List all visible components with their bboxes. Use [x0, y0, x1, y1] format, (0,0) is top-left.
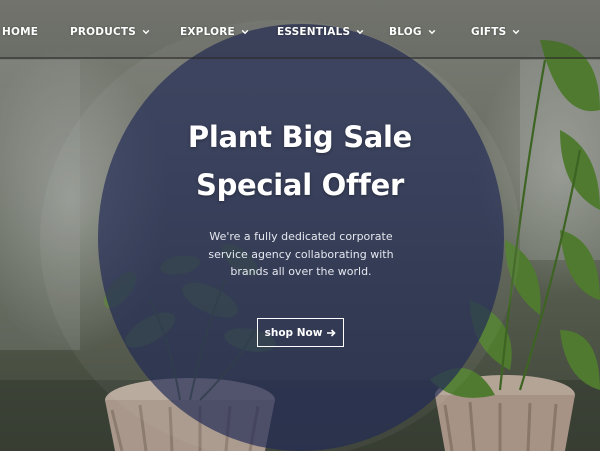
hero-subtitle-line: service agency collaborating with: [208, 247, 394, 261]
nav-item-products[interactable]: PRODUCTS: [70, 26, 150, 38]
hero-title-line-1: Plant Big Sale: [187, 120, 413, 154]
chevron-down-icon: [241, 29, 249, 35]
nav-item-blog[interactable]: BLOG: [389, 26, 436, 38]
arrow-right-icon: [327, 328, 337, 337]
nav-item-gifts[interactable]: GIFTS: [471, 26, 520, 38]
hero-subtitle-line: We're a fully dedicated corporate: [209, 230, 393, 243]
nav-item-label: PRODUCTS: [70, 26, 136, 38]
shop-now-button[interactable]: shop Now: [257, 318, 344, 347]
nav-item-essentials[interactable]: ESSENTIALS: [277, 26, 364, 38]
nav-item-label: HOME: [2, 26, 39, 38]
chevron-down-icon: [356, 29, 364, 35]
hero-title-line-2: Special Offer: [195, 168, 404, 202]
shop-now-label: shop Now: [264, 326, 323, 339]
nav-item-home[interactable]: HOME: [2, 26, 38, 38]
nav-item-label: ESSENTIALS: [277, 26, 351, 38]
nav-item-label: EXPLORE: [180, 26, 235, 38]
hero-subtitle-line: brands all over the world.: [230, 265, 372, 278]
main-navigation: HOME PRODUCTS EXPLORE ESSENTIALS BLOG GI…: [0, 0, 600, 59]
chevron-down-icon: [142, 29, 150, 35]
chevron-down-icon: [428, 29, 435, 35]
nav-item-label: BLOG: [389, 26, 422, 38]
hero-subtitle: We're a fully dedicated corporate servic…: [170, 228, 432, 281]
nav-item-label: GIFTS: [471, 26, 507, 38]
chevron-down-icon: [513, 29, 520, 35]
nav-item-explore[interactable]: EXPLORE: [180, 26, 249, 38]
